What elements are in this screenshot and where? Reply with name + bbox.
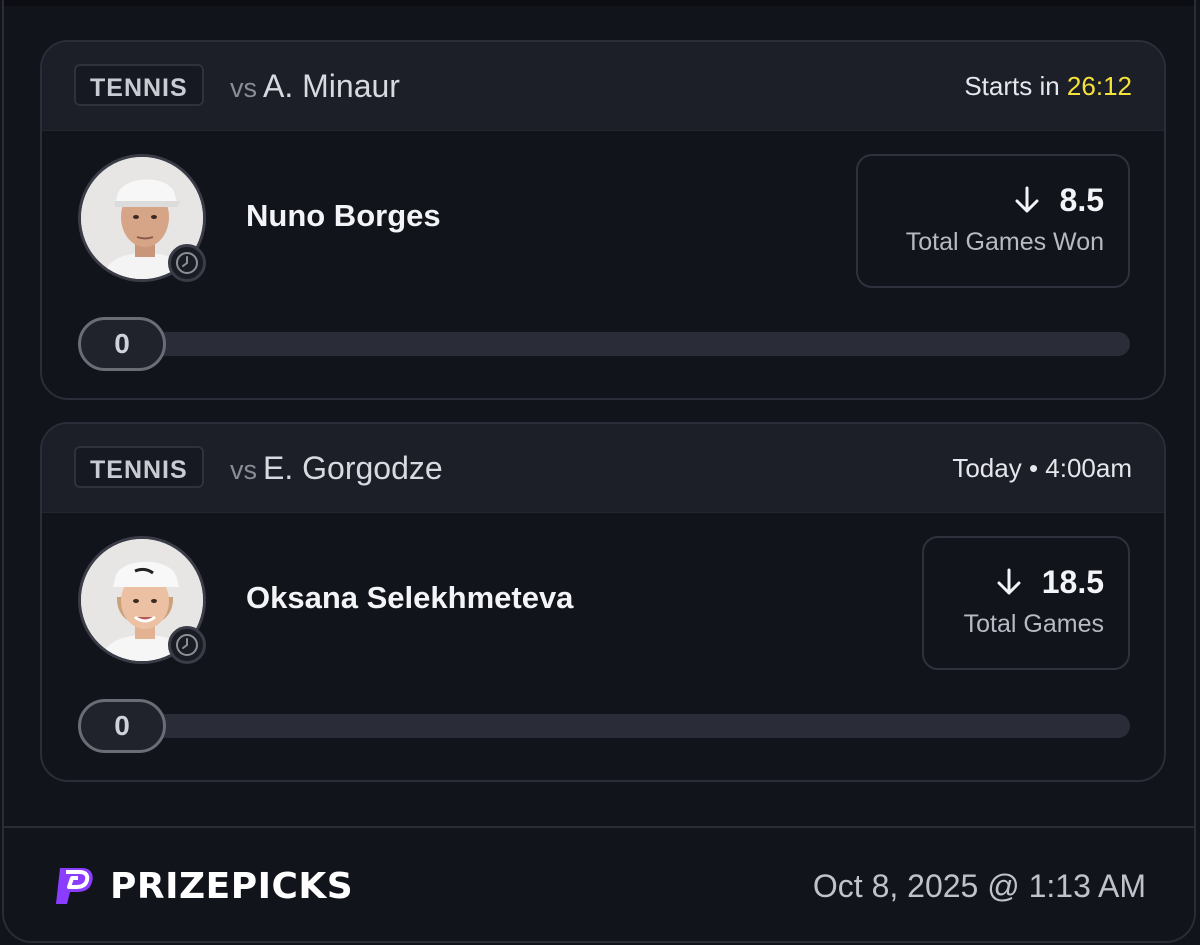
opponent-name: A. Minaur (263, 68, 400, 104)
vs-label: vs (230, 73, 257, 103)
down-arrow-icon (997, 568, 1021, 595)
down-arrow-icon (1015, 186, 1039, 213)
progress-value-pill: 0 (78, 317, 166, 371)
vs-label: vs (230, 455, 257, 485)
entry-card-frame: TENNIS vs A. Minaur Starts in 26:12 Nuno… (2, 0, 1196, 943)
projection-box[interactable]: 8.5 Total Games Won (856, 154, 1130, 288)
progress-track (78, 714, 1130, 738)
pick-card[interactable]: TENNIS vs A. Minaur Starts in 26:12 Nuno… (40, 40, 1166, 400)
opponent-label: vs A. Minaur (230, 66, 400, 108)
countdown-time: 26:12 (1066, 71, 1132, 101)
player-name: Oksana Selekhmeteva (246, 580, 574, 615)
progress-value-pill: 0 (78, 699, 166, 753)
projection-line: 18.5 (948, 562, 1104, 602)
brand[interactable]: PRIZEPICKS (50, 864, 353, 908)
projection-box[interactable]: 18.5 Total Games (922, 536, 1130, 670)
pick-card[interactable]: TENNIS vs E. Gorgodze Today • 4:00am Oks… (40, 422, 1166, 782)
pick-card-header: TENNIS vs A. Minaur Starts in 26:12 (42, 42, 1164, 131)
sport-badge: TENNIS (74, 64, 204, 106)
player-name: Nuno Borges (246, 198, 441, 233)
projection-line: 8.5 (882, 180, 1104, 220)
start-prefix: Today • 4:00am (952, 453, 1132, 483)
start-prefix: Starts in (964, 71, 1060, 101)
entry-timestamp: Oct 8, 2025 @ 1:13 AM (812, 868, 1146, 904)
top-band (4, 0, 1194, 6)
stat-type: Total Games (963, 610, 1104, 638)
clock-icon (168, 626, 206, 664)
opponent-name: E. Gorgodze (263, 450, 443, 486)
line-value: 8.5 (1059, 182, 1104, 218)
progress-track (78, 332, 1130, 356)
prizepicks-logo-icon (56, 868, 93, 904)
line-value: 18.5 (1041, 564, 1104, 600)
clock-icon (168, 244, 206, 282)
stat-type: Total Games Won (905, 228, 1104, 256)
brand-name: PRIZEPICKS (110, 865, 354, 907)
opponent-label: vs E. Gorgodze (230, 448, 443, 490)
start-info: Starts in 26:12 (964, 68, 1132, 104)
pick-card-header: TENNIS vs E. Gorgodze Today • 4:00am (42, 424, 1164, 513)
sport-badge: TENNIS (74, 446, 204, 488)
start-info: Today • 4:00am (952, 450, 1132, 486)
